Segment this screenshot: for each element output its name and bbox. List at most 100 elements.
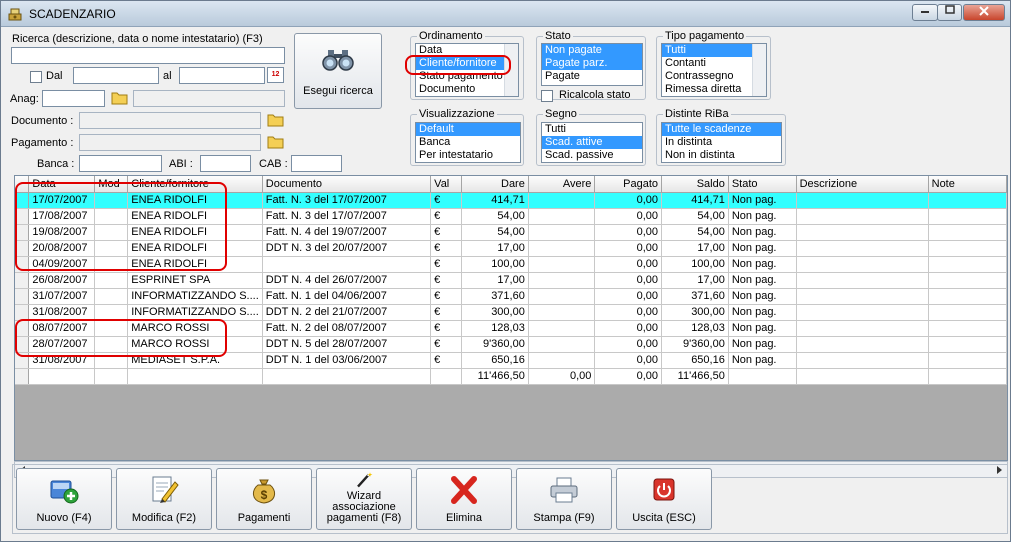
visualizzazione-listbox[interactable]: Default Banca Per intestatario xyxy=(415,122,521,163)
table-row[interactable]: 26/08/2007 ESPRINET SPA DDT N. 4 del 26/07… xyxy=(15,272,1007,289)
search-input[interactable] xyxy=(11,47,285,64)
from-date-input[interactable] xyxy=(73,67,159,84)
distinte-option-non-in[interactable]: Non in distinta xyxy=(662,149,781,162)
table-cell: 0,00 xyxy=(594,192,663,209)
maximize-button[interactable] xyxy=(937,4,962,21)
stato-listbox[interactable]: Non pagate Pagate parz. Pagate xyxy=(541,43,643,86)
row-indicator[interactable] xyxy=(15,208,30,225)
segno-option-passive[interactable]: Scad. passive xyxy=(542,149,642,162)
table-row[interactable]: 17/07/2007 ENEA RIDOLFI Fatt. N. 3 del 17/… xyxy=(15,192,1007,209)
column-header-saldo[interactable]: Saldo xyxy=(661,176,729,193)
table-cell: ENEA RIDOLFI xyxy=(127,192,263,209)
visualizzazione-option-banca[interactable]: Banca xyxy=(416,136,520,149)
row-indicator[interactable] xyxy=(15,256,30,273)
distinte-riba-listbox[interactable]: Tutte le scadenze In distinta Non in dis… xyxy=(661,122,782,163)
toolbar-button-elimina[interactable]: Elimina xyxy=(416,468,512,530)
column-header-cliente-fornitore[interactable]: Cliente/fornitore xyxy=(127,176,263,193)
distinte-option-tutte[interactable]: Tutte le scadenze xyxy=(662,123,781,136)
row-indicator[interactable] xyxy=(15,224,30,241)
toolbar-button-nuovo[interactable]: Nuovo (F4) xyxy=(16,468,112,530)
title-bar[interactable]: SCADENZARIO xyxy=(1,1,1010,27)
column-header-note[interactable]: Note xyxy=(928,176,1007,193)
row-indicator[interactable] xyxy=(15,336,30,353)
abi-input[interactable] xyxy=(200,155,251,172)
table-row[interactable]: 17/08/2007 ENEA RIDOLFI Fatt. N. 3 del 17/… xyxy=(15,208,1007,225)
column-header-avere[interactable]: Avere xyxy=(528,176,596,193)
row-indicator[interactable] xyxy=(15,240,30,257)
row-indicator[interactable] xyxy=(15,288,30,305)
tipo-pagamento-listbox[interactable]: Tutti Contanti Contrassegno Rimessa dire… xyxy=(661,43,767,97)
column-header-pagato[interactable]: Pagato xyxy=(594,176,663,193)
column-header-documento[interactable]: Documento xyxy=(262,176,432,193)
tipo-option-tutti[interactable]: Tutti xyxy=(662,44,766,57)
segno-listbox[interactable]: Tutti Scad. attive Scad. passive xyxy=(541,122,643,163)
toolbar-button-wizard[interactable]: Wizard associazione pagamenti (F8) xyxy=(316,468,412,530)
visualizzazione-option-default[interactable]: Default xyxy=(416,123,520,136)
pagamento-folder-icon[interactable] xyxy=(267,134,284,149)
toolbar-button-modifica[interactable]: Modifica (F2) xyxy=(116,468,212,530)
table-cell xyxy=(928,352,1007,369)
table-row[interactable]: 20/08/2007 ENEA RIDOLFI DDT N. 3 del 20/07… xyxy=(15,240,1007,257)
column-header-stato[interactable]: Stato xyxy=(728,176,797,193)
row-indicator[interactable] xyxy=(15,304,30,321)
stato-option-non-pagate[interactable]: Non pagate xyxy=(542,44,642,57)
anag-code-input[interactable] xyxy=(42,90,105,107)
tipo-option-contrassegno[interactable]: Contrassegno xyxy=(662,70,766,83)
table-row[interactable]: 28/07/2007 MARCO ROSSI DDT N. 5 del 28/07/… xyxy=(15,336,1007,353)
table-row[interactable]: 19/08/2007 ENEA RIDOLFI Fatt. N. 4 del 19/… xyxy=(15,224,1007,241)
to-date-input[interactable] xyxy=(179,67,265,84)
table-row[interactable]: 31/08/2007 INFORMATIZZANDO S.... DDT N. 2 … xyxy=(15,304,1007,321)
tipo-pagamento-scrollbar[interactable] xyxy=(752,44,766,96)
minimize-button[interactable] xyxy=(912,4,938,21)
table-row[interactable]: 04/09/2007 ENEA RIDOLFI €100,00 0,00 100,00 N… xyxy=(15,256,1007,273)
banca-input[interactable] xyxy=(79,155,162,172)
column-header-dare[interactable]: Dare xyxy=(461,176,529,193)
segno-option-attive[interactable]: Scad. attive xyxy=(542,136,642,149)
tipo-option-contanti[interactable]: Contanti xyxy=(662,57,766,70)
column-header-val[interactable]: Val xyxy=(430,176,463,193)
table-cell: 20/08/2007 xyxy=(28,240,96,257)
table-cell: 0,00 xyxy=(594,256,663,273)
row-indicator[interactable] xyxy=(15,352,30,369)
row-indicator[interactable] xyxy=(15,272,30,289)
distinte-option-in[interactable]: In distinta xyxy=(662,136,781,149)
date-range-checkbox[interactable] xyxy=(30,71,42,83)
close-button[interactable] xyxy=(963,4,1005,21)
column-header-mod[interactable]: Mod xyxy=(94,176,129,193)
ordinamento-scrollbar[interactable] xyxy=(504,44,518,96)
table-cell xyxy=(796,336,929,353)
calendar-icon[interactable]: 12 xyxy=(267,67,284,83)
ordinamento-option-documento[interactable]: Documento xyxy=(416,83,518,96)
documento-folder-icon[interactable] xyxy=(267,112,284,127)
ordinamento-option-stato[interactable]: Stato pagamento xyxy=(416,70,518,83)
row-indicator[interactable] xyxy=(15,320,30,337)
anag-folder-icon[interactable] xyxy=(111,90,128,105)
cab-input[interactable] xyxy=(291,155,342,172)
search-button[interactable]: Esegui ricerca xyxy=(294,33,382,109)
toolbar-button-stampa[interactable]: Stampa (F9) xyxy=(516,468,612,530)
ordinamento-option-cliente[interactable]: Cliente/fornitore xyxy=(416,57,518,70)
visualizzazione-option-intestatario[interactable]: Per intestatario xyxy=(416,149,520,162)
row-indicator[interactable] xyxy=(15,192,30,209)
scadenze-grid[interactable]: Data Mod Cliente/fornitore Documento Val Dare… xyxy=(14,175,1008,461)
table-row[interactable]: 31/08/2007 MEDIASET S.P.A. DDT N. 1 del 03… xyxy=(15,352,1007,369)
table-cell: 17,00 xyxy=(661,240,729,257)
column-header-data[interactable]: Data xyxy=(28,176,96,193)
window-title: SCADENZARIO xyxy=(29,7,116,21)
table-cell: € xyxy=(430,224,463,241)
toolbar-button-pagamenti[interactable]: $ Pagamenti xyxy=(216,468,312,530)
table-row[interactable]: 08/07/2007 MARCO ROSSI Fatt. N. 2 del 08/0… xyxy=(15,320,1007,337)
segno-option-tutti[interactable]: Tutti xyxy=(542,123,642,136)
table-cell: 414,71 xyxy=(661,192,729,209)
column-header-descrizione[interactable]: Descrizione xyxy=(796,176,929,193)
table-cell xyxy=(796,224,929,241)
table-row[interactable]: 31/07/2007 INFORMATIZZANDO S.... Fatt. N. … xyxy=(15,288,1007,305)
ricalcola-checkbox[interactable] xyxy=(541,90,553,102)
stato-option-pagate[interactable]: Pagate xyxy=(542,70,642,83)
tipo-option-rimessa[interactable]: Rimessa diretta xyxy=(662,83,766,96)
table-cell xyxy=(528,256,596,273)
toolbar-button-uscita[interactable]: Uscita (ESC) xyxy=(616,468,712,530)
stato-option-pagate-parz[interactable]: Pagate parz. xyxy=(542,57,642,70)
ordinamento-listbox[interactable]: Data Cliente/fornitore Stato pagamento D… xyxy=(415,43,519,97)
ordinamento-option-data[interactable]: Data xyxy=(416,44,518,57)
